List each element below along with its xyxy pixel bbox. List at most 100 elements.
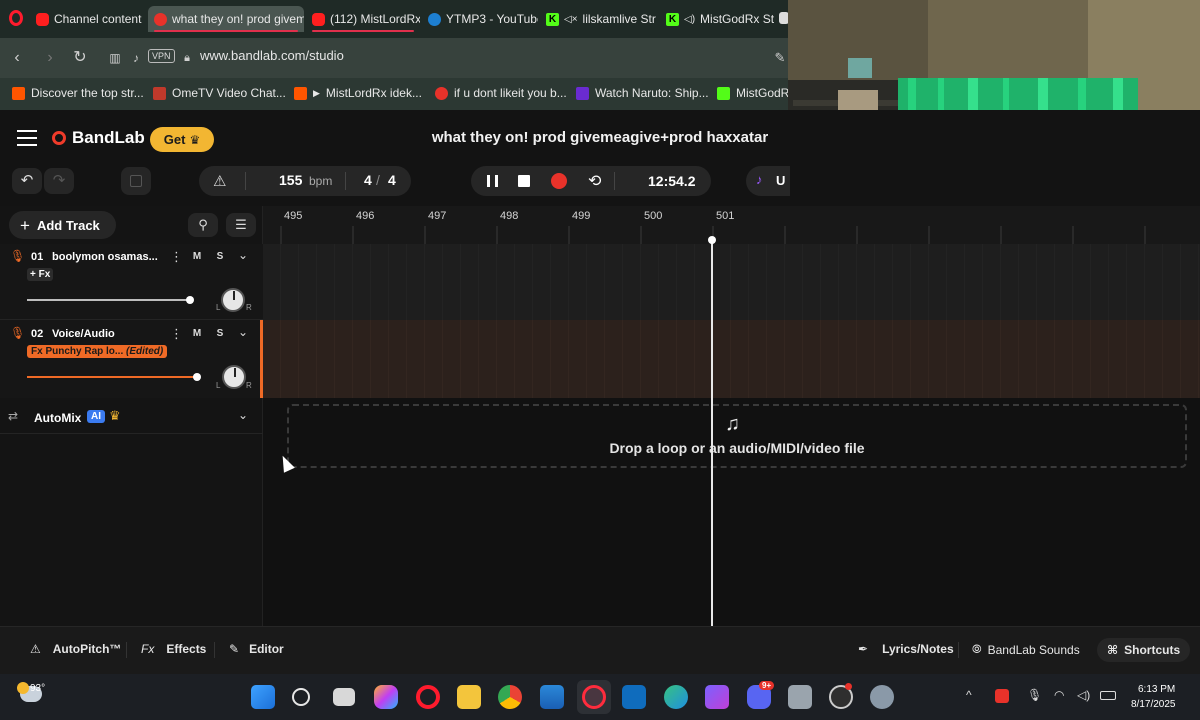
chevron-down-icon[interactable]: ⌄ [238,325,248,339]
task-view-icon[interactable] [333,688,355,706]
effects-button[interactable]: Fx Effects [141,642,206,656]
volume-slider[interactable] [27,299,192,301]
shortcuts-button[interactable]: ⌘ Shortcuts [1097,638,1191,662]
tab-bandlab-studio[interactable]: what they on! prod givem [148,6,304,32]
chevron-down-icon[interactable]: ⌄ [238,248,248,262]
mute-tab-icon[interactable]: ◁× [564,14,578,25]
back-icon[interactable]: ‹ [7,48,27,68]
clock-time[interactable]: 6:13 PM [1138,684,1175,695]
speaker-icon[interactable]: ◁) [684,14,695,25]
copilot-icon[interactable] [374,685,398,709]
get-membership-button[interactable]: Get ♛ [150,127,214,152]
playhead-handle[interactable] [708,236,716,244]
microphone-icon[interactable]: 🎙︎ [1027,688,1042,702]
bookmark-item[interactable]: Watch Naruto: Ship... [576,86,709,100]
stop-icon[interactable] [518,175,530,187]
fx-preset-chip[interactable]: Fx Punchy Rap lo... (Edited) [27,345,168,358]
forward-icon[interactable]: › [40,48,60,68]
pan-knob[interactable] [221,288,245,312]
recording-dot [845,683,852,690]
clipchamp-icon[interactable] [705,685,729,709]
tempo-control[interactable]: ⚠︎ 155 bpm 4 / 4 [199,166,411,196]
tab-ytmp3[interactable]: YTMP3 - YouTube [422,6,538,32]
track-name[interactable]: Voice/Audio [52,328,115,340]
lyrics-notes-button[interactable]: ✒︎ Lyrics/Notes [858,642,954,656]
file-explorer-icon[interactable] [457,685,481,709]
mixer-settings-icon[interactable]: ☰ [226,213,256,237]
bandlab-sounds-button[interactable]: ⦾ BandLab Sounds [972,642,1080,657]
track-name[interactable]: boolymon osamas... [52,251,162,263]
start-icon[interactable] [251,685,275,709]
extra-pill[interactable]: ♪ U [746,166,790,196]
pan-knob[interactable] [222,365,246,389]
reload-icon[interactable]: ↻ [70,48,90,68]
undo-icon[interactable]: ↶ [12,168,42,194]
get-label: Get [163,132,186,147]
vpn-badge[interactable]: VPN [148,49,175,63]
track-menu-icon[interactable]: ⋮ [170,326,183,342]
time-signature-num[interactable]: 4 [364,172,372,188]
track-lane-2[interactable] [263,320,1200,398]
add-track-button[interactable]: + Add Track [9,211,116,239]
editor-button[interactable]: ✎ Editor [229,642,284,656]
tab-channel-content[interactable]: Channel content [30,6,146,32]
link-tool-icon[interactable]: ⚲ [188,213,218,237]
search-icon[interactable] [292,688,310,706]
edit-icon[interactable]: ✎ [770,48,790,68]
chevron-down-icon[interactable]: ⌄ [238,408,248,422]
chrome-icon[interactable] [498,685,522,709]
solo-button[interactable]: S [211,249,229,265]
address-bar: ‹ › ↻ ▥ ♪ VPN 🔒︎ www.bandlab.com/studio … [0,38,790,78]
snapshot-icon[interactable]: ▥ [105,48,125,68]
edge-icon[interactable] [664,685,688,709]
pause-icon[interactable] [487,175,498,187]
add-fx-button[interactable]: + Fx [27,268,54,281]
track-header-2[interactable]: 🎙︎ 02 Voice/Audio ⋮ M S ⌄ Fx Punchy Rap … [0,320,263,398]
metronome-icon[interactable]: ⚠︎ [213,172,226,190]
battery-icon[interactable] [1100,691,1116,700]
time-signature-den[interactable]: 4 [388,172,396,188]
bookmark-item[interactable]: if u dont likeit you b... [435,86,567,100]
tab-lilskamlive[interactable]: K ◁× lilskamlive Str [540,6,658,32]
volume-slider-thumb[interactable] [186,296,194,304]
camera-icon[interactable] [788,685,812,709]
url-field[interactable]: www.bandlab.com/studio [200,48,344,63]
soundcloud-icon [294,86,307,100]
solo-button[interactable]: S [211,326,229,342]
volume-slider-thumb[interactable] [193,373,201,381]
store-icon[interactable] [540,685,564,709]
pan-right-label: R [246,381,252,390]
show-hidden-icons[interactable]: ^ [966,688,972,702]
mute-button[interactable]: M [188,326,206,342]
settings-icon[interactable] [870,685,894,709]
wifi-icon[interactable]: ◠ [1054,688,1064,702]
clock-date[interactable]: 8/17/2025 [1131,699,1176,710]
bpm-value[interactable]: 155 [279,172,302,188]
tab-mistgodrx[interactable]: K ◁) MistGodRx St [660,6,776,32]
track-lane-1[interactable] [263,244,1200,320]
bandlab-logo[interactable]: BandLab [52,128,145,148]
microphone-icon[interactable]: ♪ [126,48,146,68]
bookmark-item[interactable]: ▶ MistLordRx idek... [294,86,422,100]
redo-icon[interactable]: ↷ [44,168,74,194]
playhead[interactable] [711,240,713,626]
bookmark-item[interactable]: MistGodRx [717,86,795,100]
outlook-icon[interactable] [622,685,646,709]
play-icon: ▶ [313,87,320,98]
record-icon[interactable] [551,173,567,189]
autopitch-button[interactable]: ⚠︎ AutoPitch™ [30,642,121,656]
opera-taskbar-icon[interactable] [416,685,440,709]
loop-icon[interactable]: ⟲ [588,171,601,191]
track-header-1[interactable]: 🎙︎ 01 boolymon osamas... ⋮ M S ⌄ + Fx L … [0,244,263,320]
bookmark-item[interactable]: Discover the top str... [12,86,144,100]
mute-button[interactable]: M [188,249,206,265]
volume-slider[interactable] [27,376,199,378]
volume-icon[interactable]: ◁) [1077,688,1090,702]
bookmark-item[interactable]: OmeTV Video Chat... [153,86,286,100]
track-menu-icon[interactable]: ⋮ [170,249,183,265]
opera-icon[interactable] [9,10,23,26]
tab-mistlordrx[interactable]: (112) MistLordRx [306,6,420,32]
project-title[interactable]: what they on! prod givemeagive+prod haxx… [300,129,900,146]
automix-row[interactable]: ⇄ AutoMix AI ♛ ⌄ [0,402,263,434]
tray-app-icon[interactable] [995,689,1009,703]
